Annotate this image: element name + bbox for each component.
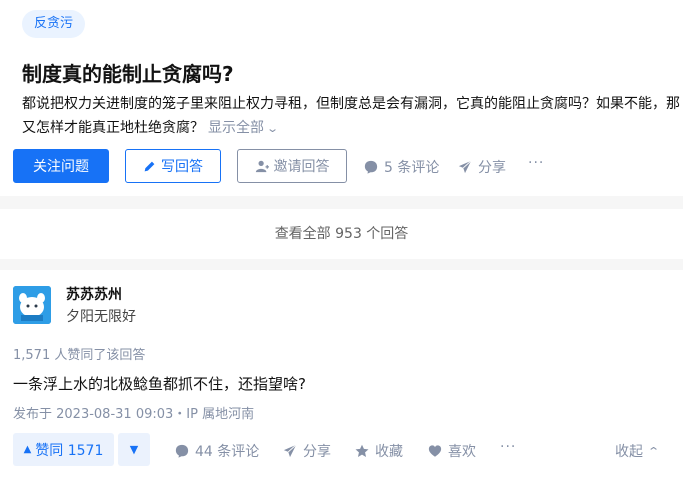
question-card: 反贪污 制度真的能制止贪腐吗? 都说把权力关进制度的笼子里来阻止权力寻租，但制度… <box>0 0 683 196</box>
question-comments-button[interactable]: 5 条评论 <box>364 157 439 177</box>
answer-content: 一条浮上水的北极鲶鱼都抓不住，还指望啥? <box>13 375 306 393</box>
collapse-label: 收起 <box>615 444 643 460</box>
downvote-button[interactable]: ▼ <box>118 433 150 466</box>
author-name[interactable]: 苏苏苏州 <box>66 284 122 304</box>
write-answer-button[interactable]: 写回答 <box>125 149 221 183</box>
invite-user-icon <box>255 159 269 173</box>
publish-info: 发布于 2023-08-31 09:03・IP 属地河南 <box>13 407 255 422</box>
question-excerpt-text: 都说把权力关进制度的笼子里来阻止权力寻租，但制度总是会有漏洞，它真的能阻止贪腐吗… <box>22 96 680 136</box>
answer-card: 苏苏苏州 夕阳无限好 1,571 人赞同了该回答 一条浮上水的北极鲶鱼都抓不住，… <box>0 270 683 477</box>
follow-question-label: 关注问题 <box>33 159 89 175</box>
invite-answer-button[interactable]: 邀请回答 <box>237 149 347 183</box>
question-more-button[interactable]: ··· <box>528 155 544 171</box>
question-comments-label: 5 条评论 <box>384 160 440 176</box>
like-button[interactable]: 喜欢 <box>428 441 476 461</box>
answer-share-button[interactable]: 分享 <box>283 441 331 461</box>
answer-more-button[interactable]: ··· <box>500 439 516 455</box>
show-all-link[interactable]: 显示全部 ⌄ <box>208 120 279 136</box>
view-all-answers-label: 查看全部 953 个回答 <box>274 226 409 242</box>
view-all-answers-link[interactable]: 查看全部 953 个回答 <box>0 209 683 259</box>
share-icon <box>283 444 297 458</box>
question-share-button[interactable]: 分享 <box>458 157 506 177</box>
chevron-down-icon: ⌄ <box>266 122 280 135</box>
write-answer-label: 写回答 <box>161 159 203 175</box>
show-all-label: 显示全部 <box>208 120 264 136</box>
avatar[interactable] <box>13 286 51 324</box>
heart-icon <box>428 444 442 458</box>
follow-question-button[interactable]: 关注问题 <box>13 149 109 183</box>
pencil-icon <box>143 160 156 173</box>
answer-share-label: 分享 <box>303 444 331 460</box>
more-icon: ··· <box>528 155 545 171</box>
triangle-down-icon: ▼ <box>129 443 139 456</box>
star-icon <box>355 444 369 458</box>
question-share-label: 分享 <box>478 160 506 176</box>
favorite-button[interactable]: 收藏 <box>355 441 403 461</box>
vote-summary: 1,571 人赞同了该回答 <box>13 348 146 363</box>
favorite-label: 收藏 <box>375 444 403 460</box>
share-icon <box>458 160 472 174</box>
question-title[interactable]: 制度真的能制止贪腐吗? <box>22 58 234 87</box>
invite-answer-label: 邀请回答 <box>273 159 330 175</box>
comment-icon <box>175 444 189 458</box>
like-label: 喜欢 <box>448 444 476 460</box>
comment-icon <box>364 160 378 174</box>
upvote-label: 赞同 1571 <box>35 442 104 459</box>
question-excerpt: 都说把权力关进制度的笼子里来阻止权力寻租，但制度总是会有漏洞，它真的能阻止贪腐吗… <box>22 92 683 141</box>
collapse-button[interactable]: 收起 ⌃ <box>615 441 661 461</box>
triangle-up-icon: ▲ <box>23 444 32 455</box>
author-bio: 夕阳无限好 <box>66 309 136 325</box>
topic-tag[interactable]: 反贪污 <box>22 10 86 38</box>
chevron-up-icon: ⌃ <box>647 444 661 458</box>
answer-comments-button[interactable]: 44 条评论 <box>175 441 259 461</box>
answer-comments-label: 44 条评论 <box>195 444 260 460</box>
upvote-button[interactable]: ▲ 赞同 1571 <box>13 433 114 466</box>
more-icon: ··· <box>500 439 517 455</box>
